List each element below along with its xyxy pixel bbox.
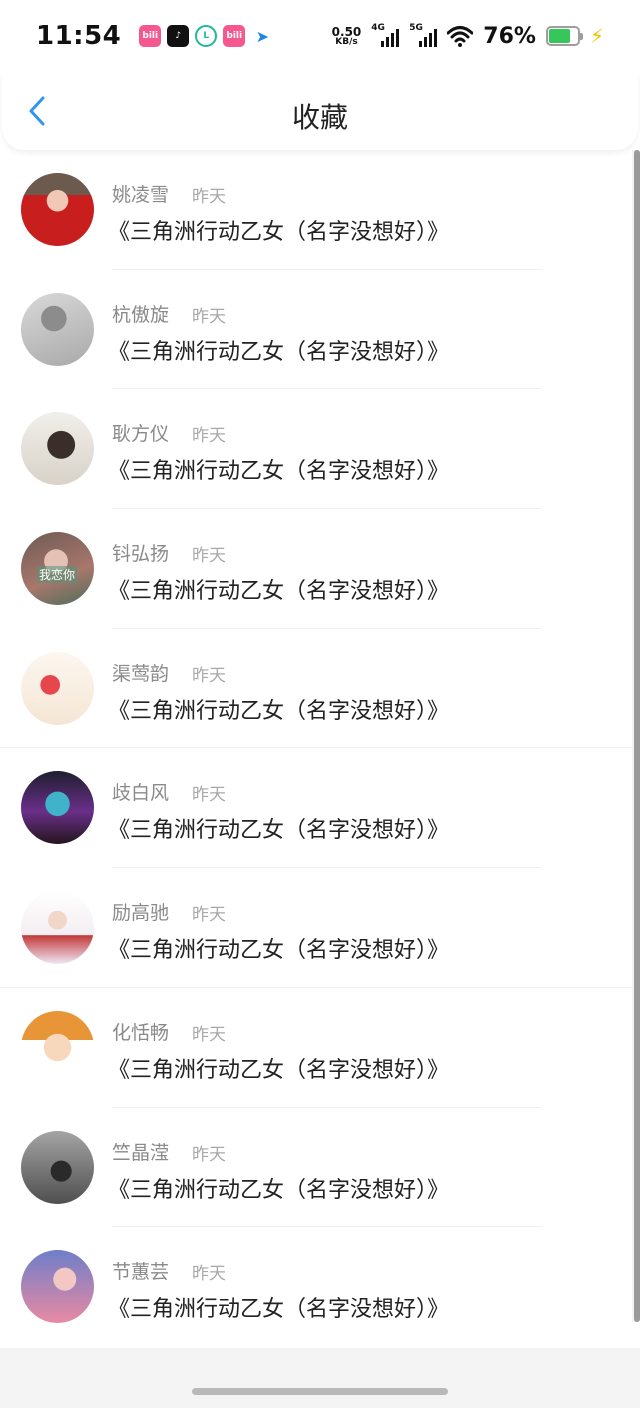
home-indicator[interactable]: [192, 1388, 448, 1395]
post-time: 昨天: [192, 426, 226, 447]
post-title[interactable]: 《三角洲行动乙女（名字没想好）》: [108, 1052, 449, 1084]
app-l-icon: L: [195, 25, 218, 47]
post-title[interactable]: 《三角洲行动乙女（名字没想好）》: [108, 1172, 449, 1204]
network-speed-value: 0.50: [331, 24, 362, 39]
favorite-item[interactable]: 节蕙芸 昨天《三角洲行动乙女（名字没想好）》: [0, 1227, 632, 1347]
author-name[interactable]: 姚凌雪: [112, 180, 169, 207]
favorite-item[interactable]: 渠莺韵 昨天《三角洲行动乙女（名字没想好）》: [0, 629, 632, 749]
favorite-item[interactable]: 歧白风 昨天《三角洲行动乙女（名字没想好）》: [0, 748, 632, 869]
favorite-item[interactable]: 姚凌雪 昨天《三角洲行动乙女（名字没想好）》: [0, 150, 632, 270]
charging-icon: ⚡: [589, 24, 604, 48]
post-time: 昨天: [192, 665, 226, 686]
post-time: 昨天: [192, 187, 226, 207]
scrollbar-thumb[interactable]: [634, 150, 640, 1322]
battery-level: [548, 29, 571, 43]
post-time: 昨天: [192, 546, 226, 567]
network-speed-unit: KB/s: [335, 36, 358, 47]
author-name[interactable]: 节蕙芸: [112, 1257, 169, 1284]
page-title: 收藏: [291, 101, 348, 134]
author-name[interactable]: 歧白风: [112, 778, 169, 805]
post-time: 昨天: [192, 1144, 226, 1165]
battery-percent: 76%: [483, 23, 536, 49]
author-name[interactable]: 钭弘扬: [112, 539, 169, 566]
tiktok-icon: ♪: [167, 25, 190, 47]
avatar[interactable]: [21, 412, 94, 486]
status-bar: 11:54 bili ♪ L bili ➤ 0.50 KB/s 4G 5G 76…: [0, 0, 640, 72]
favorite-item[interactable]: 化恬畅 昨天《三角洲行动乙女（名字没想好）》: [0, 988, 632, 1108]
post-title[interactable]: 《三角洲行动乙女（名字没想好）》: [108, 932, 449, 964]
avatar[interactable]: [21, 651, 94, 725]
post-time: 昨天: [192, 306, 226, 327]
signal-4g-icon: 4G: [371, 23, 400, 47]
bilibili-icon: bili: [139, 25, 162, 47]
favorites-screen: 11:54 bili ♪ L bili ➤ 0.50 KB/s 4G 5G 76…: [0, 0, 640, 1408]
navigation-bar: 收藏: [2, 72, 638, 150]
author-name[interactable]: 杭傲旋: [112, 300, 169, 327]
favorites-list: 姚凌雪 昨天 《三角洲行动乙女（名字没想好）》 杭傲旋 昨天 《三角洲行动乙女（名字没想好…: [0, 150, 632, 1347]
favorite-item[interactable]: 我恋你 钭弘扬 昨天《三角洲行动乙女（名字没想好）》: [0, 509, 632, 629]
bilibili-icon-2: bili: [223, 25, 246, 47]
post-title[interactable]: 《三角洲行动乙女（名字没想好）》: [108, 214, 449, 246]
avatar[interactable]: 我恋你: [21, 532, 94, 606]
post-title[interactable]: 《三角洲行动乙女（名字没想好）》: [108, 693, 449, 725]
favorite-item[interactable]: 励高驰 昨天《三角洲行动乙女（名字没想好）》: [0, 868, 632, 988]
author-name[interactable]: 渠莺韵: [112, 659, 169, 686]
post-time: 昨天: [192, 1264, 226, 1285]
bottom-gesture-area: [0, 1348, 640, 1408]
post-title[interactable]: 《三角洲行动乙女（名字没想好）》: [108, 334, 449, 366]
author-name[interactable]: 耿方仪: [112, 419, 169, 446]
avatar[interactable]: [21, 1250, 94, 1324]
avatar[interactable]: [21, 292, 94, 366]
post-title[interactable]: 《三角洲行动乙女（名字没想好）》: [108, 573, 449, 605]
post-time: 昨天: [192, 785, 226, 806]
avatar[interactable]: [21, 1130, 94, 1204]
post-title[interactable]: 《三角洲行动乙女（名字没想好）》: [108, 812, 449, 844]
send-app-icon: ➤: [251, 25, 274, 47]
author-name[interactable]: 竺晶滢: [112, 1138, 169, 1165]
post-title[interactable]: 《三角洲行动乙女（名字没想好）》: [108, 1291, 449, 1323]
avatar[interactable]: [21, 771, 94, 845]
post-time: 昨天: [192, 905, 226, 926]
favorite-item[interactable]: 耿方仪 昨天《三角洲行动乙女（名字没想好）》: [0, 389, 632, 510]
network-speed: 0.50 KB/s: [332, 26, 362, 47]
avatar[interactable]: [21, 1010, 94, 1084]
signal-5g-icon: 5G: [409, 23, 438, 47]
post-title[interactable]: 《三角洲行动乙女（名字没想好）》: [108, 453, 449, 485]
status-time: 11:54: [36, 21, 122, 51]
favorite-item[interactable]: 杭傲旋 昨天《三角洲行动乙女（名字没想好）》: [0, 270, 632, 390]
wifi-icon: [447, 26, 474, 47]
author-name[interactable]: 化恬畅: [112, 1018, 169, 1045]
favorite-item[interactable]: 竺晶滢 昨天《三角洲行动乙女（名字没想好）》: [0, 1108, 632, 1228]
avatar-overlay-text: 我恋你: [37, 566, 78, 584]
author-name[interactable]: 励高驰: [112, 898, 169, 925]
status-indicators: 0.50 KB/s 4G 5G 76% ⚡: [332, 23, 604, 49]
battery-icon: [545, 26, 583, 46]
avatar[interactable]: [21, 173, 94, 246]
avatar[interactable]: [21, 891, 94, 965]
notification-icons: bili ♪ L bili ➤: [139, 25, 274, 47]
post-time: 昨天: [192, 1024, 226, 1045]
